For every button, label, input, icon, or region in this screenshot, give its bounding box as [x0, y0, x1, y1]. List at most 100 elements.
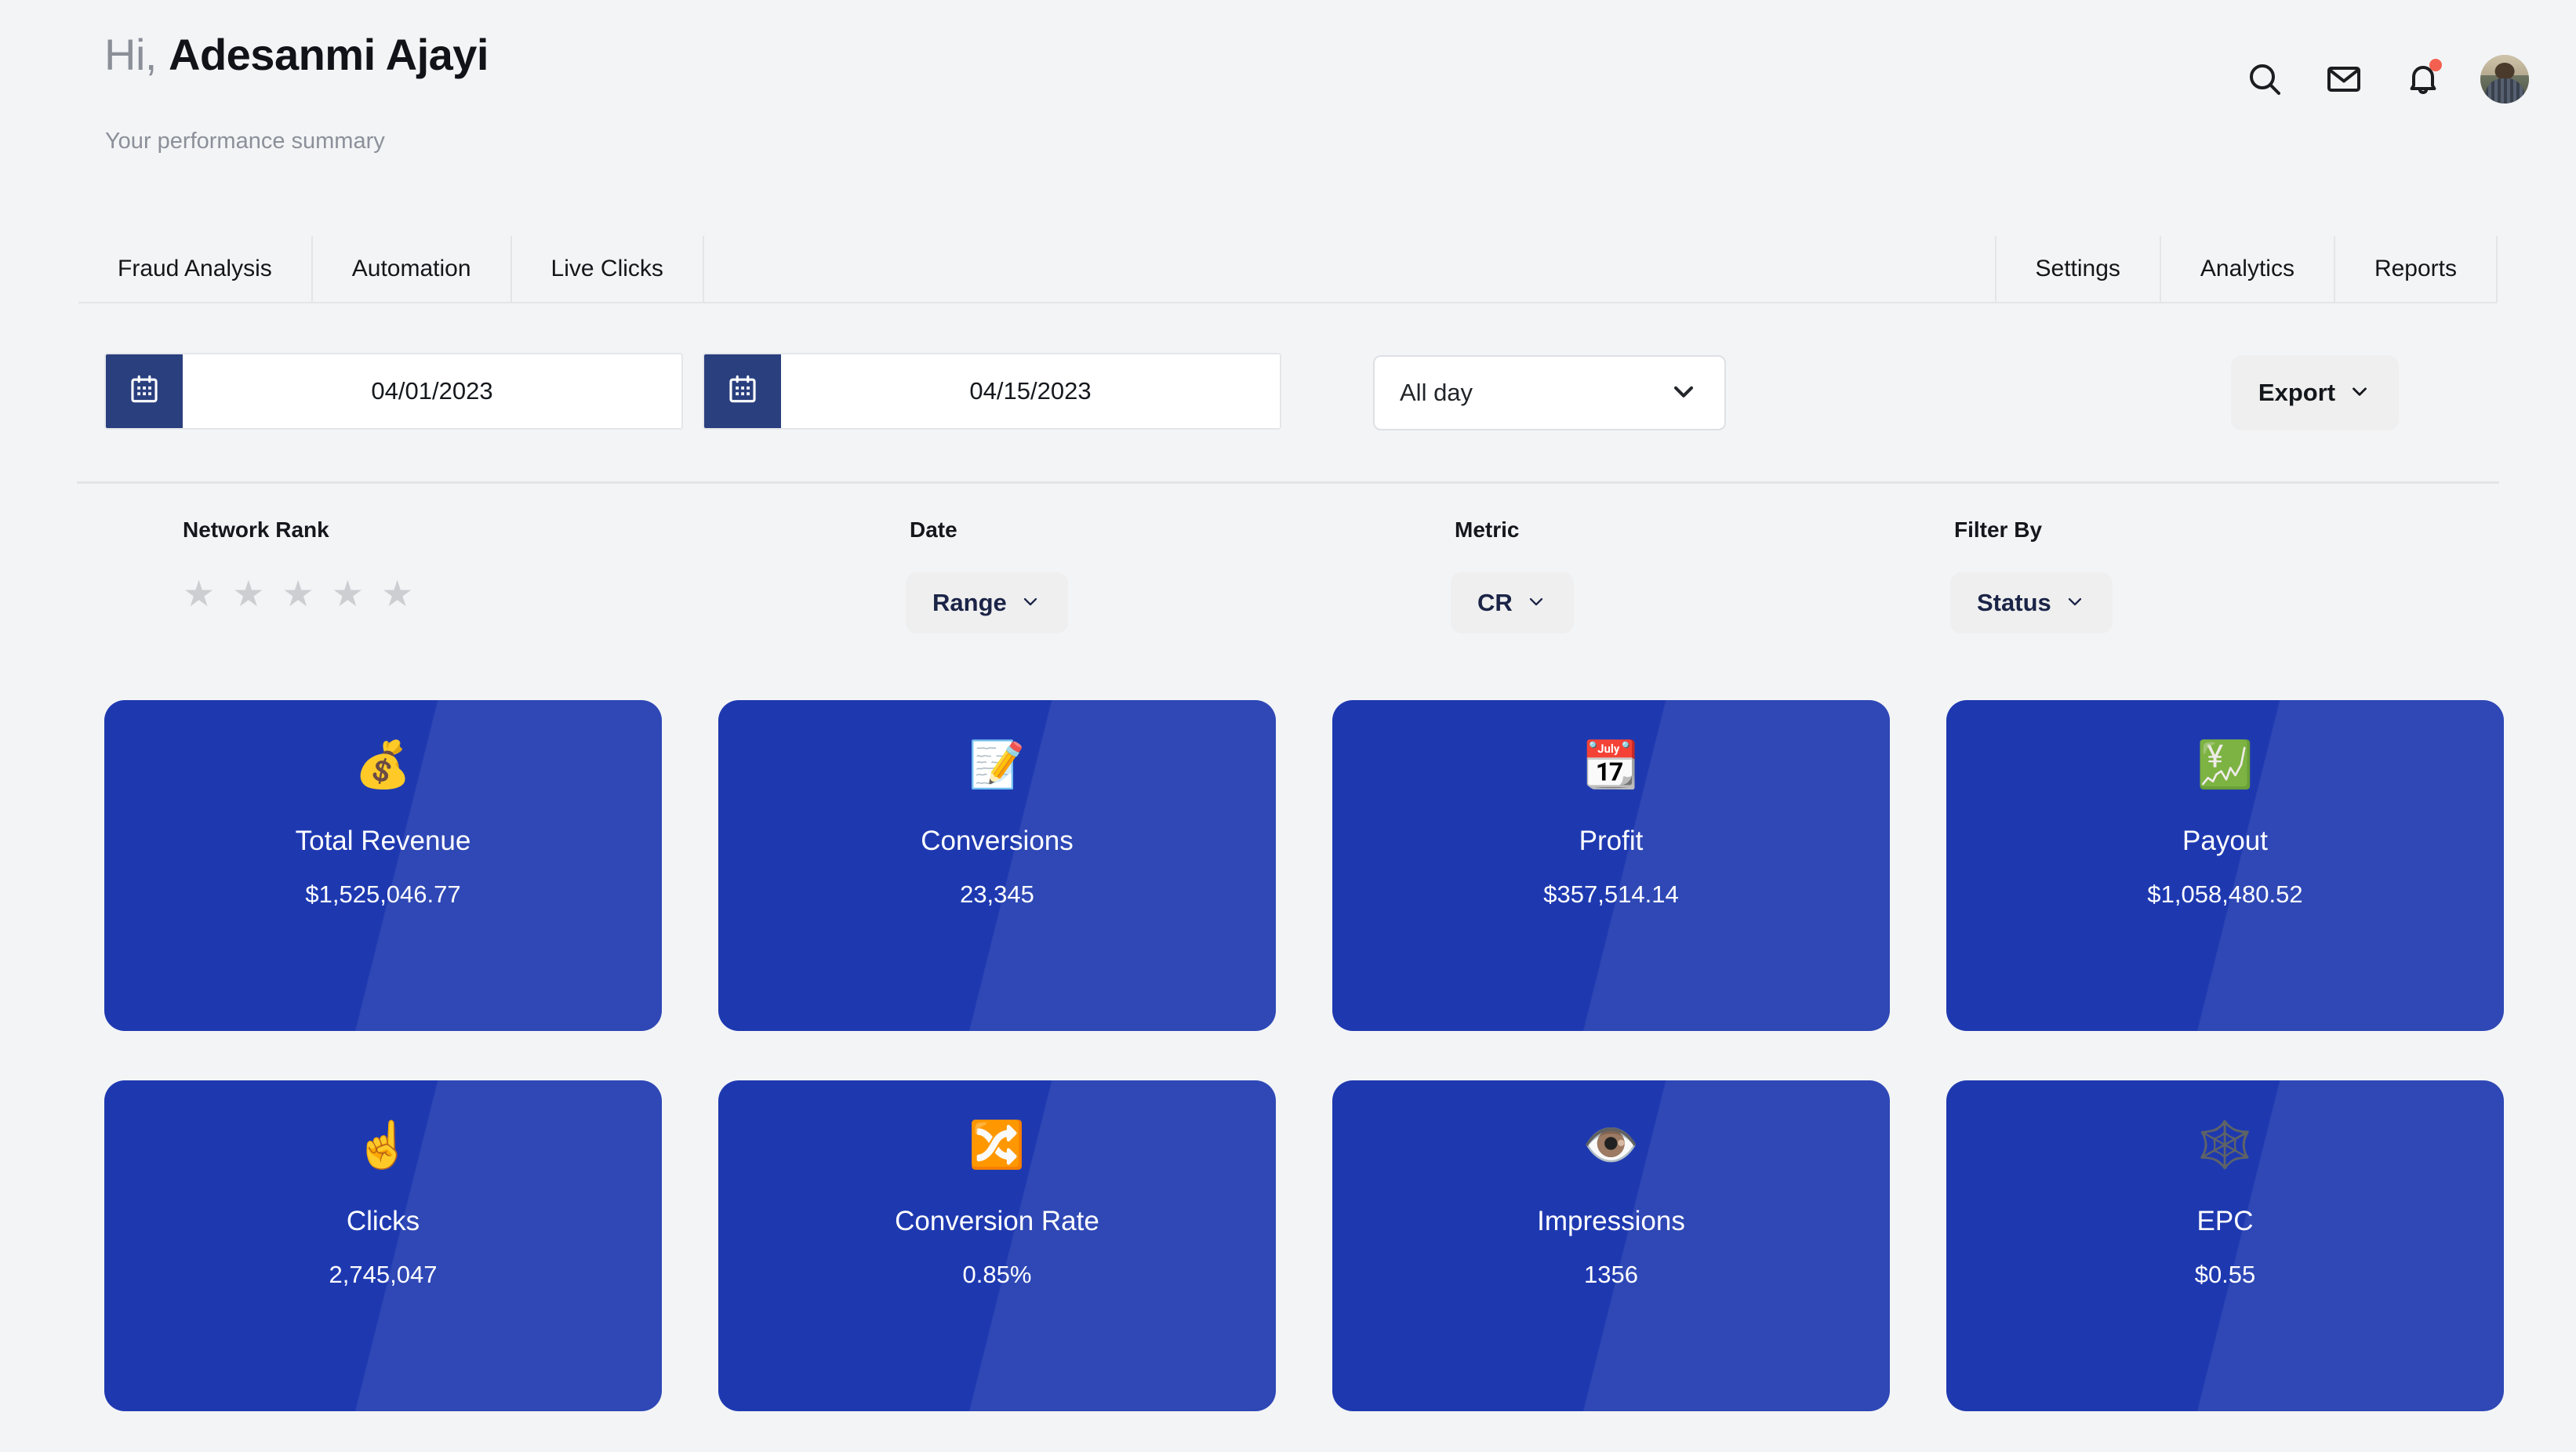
metric-card-value: $1,525,046.77 — [305, 880, 461, 908]
tab-automation[interactable]: Automation — [311, 236, 510, 302]
tab-fraud-analysis[interactable]: Fraud Analysis — [78, 236, 311, 302]
notifications-button[interactable] — [2401, 57, 2445, 101]
status-dropdown-value: Status — [1977, 589, 2051, 616]
greeting-prefix: Hi, — [104, 30, 157, 79]
network-rank-stars[interactable]: ★ ★ ★ ★ ★ — [183, 575, 413, 612]
tab-bar: Fraud Analysis Automation Live Clicks Se… — [78, 236, 2498, 303]
network-people-icon: 🕸️ — [2196, 1120, 2254, 1171]
avatar-body — [2485, 78, 2524, 103]
filter-date-control: Range — [906, 543, 1068, 633]
tab-settings[interactable]: Settings — [1994, 236, 2160, 302]
end-date-calendar-button[interactable] — [704, 354, 781, 428]
star-icon[interactable]: ★ — [282, 575, 314, 612]
metric-card-clicks[interactable]: ☝️ Clicks 2,745,047 — [104, 1080, 662, 1411]
status-dropdown[interactable]: Status — [1950, 572, 2113, 633]
metric-card-epc[interactable]: 🕸️ EPC $0.55 — [1946, 1080, 2504, 1411]
star-icon[interactable]: ★ — [332, 575, 364, 612]
filter-metric: Metric CR — [1451, 517, 1574, 633]
metric-card-title: Profit — [1579, 826, 1644, 856]
metric-card-value: 1356 — [1584, 1261, 1638, 1288]
chevron-down-icon — [1525, 590, 1547, 616]
dashboard-page: Hi, Adesanmi Ajayi Your performance summ… — [0, 0, 2576, 1452]
metric-card-title: Clicks — [346, 1206, 420, 1236]
pointing-finger-icon: ☝️ — [354, 1120, 412, 1171]
metric-card-title: Payout — [2182, 826, 2268, 856]
metric-dropdown-value: CR — [1477, 589, 1513, 616]
avatar[interactable] — [2480, 55, 2529, 103]
metric-card-title: Impressions — [1537, 1206, 1685, 1236]
metric-card-profit[interactable]: 📆 Profit $357,514.14 — [1332, 700, 1890, 1031]
metric-card-value: $357,514.14 — [1543, 880, 1679, 908]
metric-card-conversion-rate[interactable]: 🔀 Conversion Rate 0.85% — [718, 1080, 1276, 1411]
metric-card-value: 2,745,047 — [329, 1261, 438, 1288]
section-divider — [77, 481, 2499, 484]
tab-group-right: Settings Analytics Reports — [1994, 236, 2498, 302]
chevron-down-icon — [1668, 376, 1699, 411]
end-date-input[interactable]: 04/15/2023 — [781, 354, 1280, 428]
filter-row: Network Rank ★ ★ ★ ★ ★ Date Range Metric… — [0, 517, 2576, 643]
start-date-calendar-button[interactable] — [106, 354, 183, 428]
metric-card-impressions[interactable]: 👁️ Impressions 1356 — [1332, 1080, 1890, 1411]
messages-button[interactable] — [2322, 57, 2366, 101]
metric-card-grid: 💰 Total Revenue $1,525,046.77 📝 Conversi… — [104, 700, 2504, 1411]
daypart-select-value: All day — [1400, 379, 1473, 406]
money-chart-icon: 💰 — [354, 739, 412, 790]
filter-date: Date Range — [906, 517, 1068, 633]
metric-card-value: $0.55 — [2194, 1261, 2256, 1288]
filter-filter-by: Filter By Status — [1950, 517, 2113, 633]
filter-metric-control: CR — [1451, 543, 1574, 633]
notification-badge — [2429, 59, 2442, 71]
metric-card-title: EPC — [2196, 1206, 2254, 1236]
tab-live-clicks[interactable]: Live Clicks — [510, 236, 704, 302]
date-range-dropdown[interactable]: Range — [906, 572, 1068, 633]
start-date-input[interactable]: 04/01/2023 — [183, 354, 681, 428]
star-icon[interactable]: ★ — [232, 575, 264, 612]
filter-label-date: Date — [910, 517, 957, 542]
tab-reports[interactable]: Reports — [2333, 236, 2498, 302]
metric-card-value: $1,058,480.52 — [2147, 880, 2303, 908]
coins-up-icon: 💹 — [2196, 739, 2254, 790]
shuffle-arrows-icon: 🔀 — [968, 1120, 1026, 1171]
metric-card-value: 23,345 — [960, 880, 1034, 908]
chevron-down-icon — [2064, 590, 2086, 616]
calendar-clock-icon: 📆 — [1582, 739, 1640, 790]
chevron-down-icon — [1019, 590, 1041, 616]
eye-icon: 👁️ — [1582, 1120, 1640, 1171]
daypart-select[interactable]: All day — [1373, 355, 1726, 430]
page-title: Hi, Adesanmi Ajayi — [104, 29, 489, 80]
checked-note-icon: 📝 — [968, 739, 1026, 790]
header-actions — [2243, 55, 2529, 103]
mail-icon — [2325, 60, 2363, 98]
metric-card-title: Conversion Rate — [895, 1206, 1099, 1236]
metric-card-title: Conversions — [921, 826, 1074, 856]
star-icon[interactable]: ★ — [381, 575, 413, 612]
calendar-icon — [725, 372, 760, 411]
chevron-down-icon — [2348, 379, 2371, 407]
tab-group-left: Fraud Analysis Automation Live Clicks — [78, 236, 704, 302]
start-date-field[interactable]: 04/01/2023 — [104, 353, 683, 430]
calendar-icon — [127, 372, 162, 411]
metric-card-total-revenue[interactable]: 💰 Total Revenue $1,525,046.77 — [104, 700, 662, 1031]
metric-card-conversions[interactable]: 📝 Conversions 23,345 — [718, 700, 1276, 1031]
star-icon[interactable]: ★ — [183, 575, 215, 612]
metric-card-payout[interactable]: 💹 Payout $1,058,480.52 — [1946, 700, 2504, 1031]
export-button[interactable]: Export — [2231, 355, 2399, 430]
filter-network-rank: Network Rank ★ ★ ★ ★ ★ — [183, 517, 413, 612]
page-header: Hi, Adesanmi Ajayi Your performance summ… — [0, 0, 2576, 204]
search-button[interactable] — [2243, 57, 2287, 101]
metric-card-value: 0.85% — [962, 1261, 1032, 1288]
date-control-row: 04/01/2023 04/15/2023 All day Export — [104, 353, 2472, 431]
end-date-field[interactable]: 04/15/2023 — [703, 353, 1281, 430]
page-subtitle: Your performance summary — [105, 129, 385, 154]
export-button-label: Export — [2258, 379, 2336, 406]
filter-label-filter-by: Filter By — [1954, 517, 2043, 542]
search-icon — [2246, 60, 2284, 98]
user-name: Adesanmi Ajayi — [169, 30, 489, 79]
metric-card-title: Total Revenue — [295, 826, 471, 856]
filter-label-network-rank: Network Rank — [183, 517, 329, 542]
tab-analytics[interactable]: Analytics — [2159, 236, 2334, 302]
filter-label-metric: Metric — [1455, 517, 1520, 542]
filter-status-control: Status — [1950, 543, 2113, 633]
date-range-dropdown-value: Range — [932, 589, 1007, 616]
metric-dropdown[interactable]: CR — [1451, 572, 1574, 633]
